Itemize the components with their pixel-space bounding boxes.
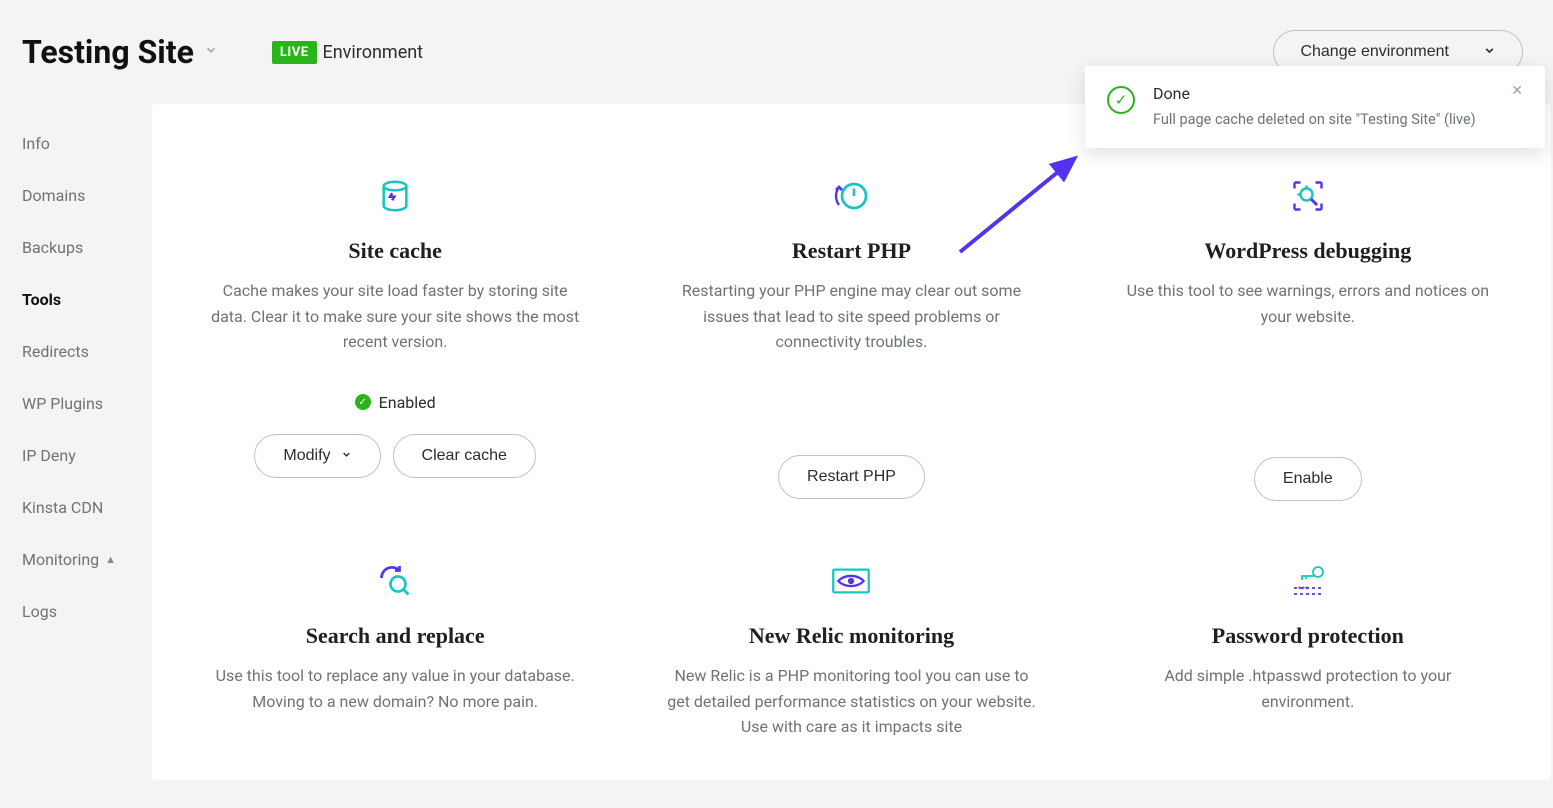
sidebar: Info Domains Backups Tools Redirects WP …: [0, 104, 152, 621]
card-title: New Relic monitoring: [648, 623, 1054, 649]
sidebar-item-label: Tools: [22, 290, 61, 309]
card-title: WordPress debugging: [1105, 238, 1511, 264]
sidebar-item-wp-plugins[interactable]: WP Plugins: [22, 394, 152, 413]
close-icon[interactable]: ✕: [1511, 84, 1523, 98]
tools-grid: Site cache Cache makes your site load fa…: [172, 166, 1531, 780]
eye-icon: [648, 561, 1054, 601]
sidebar-item-logs[interactable]: Logs: [22, 602, 152, 621]
toast-title: Done: [1153, 84, 1493, 103]
live-badge: LIVE: [272, 41, 317, 64]
sidebar-item-kinsta-cdn[interactable]: Kinsta CDN: [22, 498, 152, 517]
success-check-icon: ✓: [1107, 86, 1135, 114]
card-description: Add simple .htpasswd protection to your …: [1118, 663, 1498, 714]
card-actions: Restart PHP: [648, 455, 1054, 499]
sidebar-item-label: Backups: [22, 238, 83, 257]
sidebar-item-tools[interactable]: Tools: [22, 290, 152, 309]
key-icon: ***: [1105, 561, 1511, 601]
toast-message: Full page cache deleted on site "Testing…: [1153, 111, 1493, 128]
sidebar-item-label: Info: [22, 134, 50, 153]
card-password-protection: *** Password protection Add simple .htpa…: [1085, 551, 1531, 780]
header-left: Testing Site LIVE Environment: [22, 33, 423, 71]
main-layout: Info Domains Backups Tools Redirects WP …: [0, 104, 1553, 780]
card-actions: Modify Clear cache: [192, 434, 598, 478]
svg-text:***: ***: [1298, 585, 1309, 594]
card-title: Password protection: [1105, 623, 1511, 649]
triangle-icon: ▲: [105, 553, 116, 566]
card-description: Cache makes your site load faster by sto…: [205, 278, 585, 355]
sidebar-item-label: Domains: [22, 186, 85, 205]
card-description: Restarting your PHP engine may clear out…: [661, 278, 1041, 355]
enable-button[interactable]: Enable: [1254, 457, 1362, 501]
sidebar-item-label: Logs: [22, 602, 57, 621]
modify-button[interactable]: Modify: [254, 434, 380, 478]
change-environment-label: Change environment: [1300, 43, 1449, 61]
debug-icon: [1105, 176, 1511, 216]
sidebar-item-label: Kinsta CDN: [22, 498, 103, 517]
enabled-label: Enabled: [379, 393, 436, 412]
card-new-relic: New Relic monitoring New Relic is a PHP …: [628, 551, 1074, 780]
button-label: Enable: [1283, 470, 1333, 488]
sidebar-item-monitoring[interactable]: Monitoring ▲: [22, 550, 152, 569]
site-title: Testing Site: [22, 33, 194, 71]
chevron-down-icon: [204, 43, 218, 61]
card-search-replace: Search and replace Use this tool to repl…: [172, 551, 618, 780]
sidebar-item-info[interactable]: Info: [22, 134, 152, 153]
button-label: Modify: [283, 447, 330, 465]
card-actions: Enable: [1105, 457, 1511, 501]
card-description: New Relic is a PHP monitoring tool you c…: [661, 663, 1041, 740]
sidebar-item-label: Monitoring: [22, 550, 99, 569]
environment-indicator: LIVE Environment: [272, 41, 423, 64]
chevron-down-icon: [1483, 44, 1496, 60]
card-description: Use this tool to replace any value in yo…: [205, 663, 585, 714]
site-switcher[interactable]: Testing Site: [22, 33, 218, 71]
toast-notification: ✓ Done Full page cache deleted on site "…: [1085, 66, 1545, 148]
sidebar-item-label: IP Deny: [22, 446, 76, 465]
clear-cache-button[interactable]: Clear cache: [393, 434, 536, 478]
button-label: Clear cache: [422, 447, 507, 465]
toast-body: Done Full page cache deleted on site "Te…: [1153, 84, 1493, 128]
card-site-cache: Site cache Cache makes your site load fa…: [172, 166, 618, 541]
content-panel: Site cache Cache makes your site load fa…: [152, 104, 1551, 780]
sidebar-item-label: Redirects: [22, 342, 89, 361]
restart-icon: [648, 176, 1054, 216]
button-label: Restart PHP: [807, 468, 896, 486]
sidebar-item-ip-deny[interactable]: IP Deny: [22, 446, 152, 465]
chevron-down-icon: [341, 449, 352, 463]
card-wp-debugging: WordPress debugging Use this tool to see…: [1085, 166, 1531, 541]
sidebar-item-redirects[interactable]: Redirects: [22, 342, 152, 361]
check-icon: ✓: [355, 394, 371, 410]
card-restart-php: Restart PHP Restarting your PHP engine m…: [628, 166, 1074, 541]
card-title: Site cache: [192, 238, 598, 264]
sidebar-item-domains[interactable]: Domains: [22, 186, 152, 205]
sidebar-item-backups[interactable]: Backups: [22, 238, 152, 257]
status-enabled: ✓ Enabled: [192, 393, 598, 412]
card-description: Use this tool to see warnings, errors an…: [1118, 278, 1498, 329]
sidebar-item-label: WP Plugins: [22, 394, 103, 413]
card-title: Search and replace: [192, 623, 598, 649]
restart-php-button[interactable]: Restart PHP: [778, 455, 925, 499]
search-replace-icon: [192, 561, 598, 601]
environment-label: Environment: [323, 42, 424, 63]
card-title: Restart PHP: [648, 238, 1054, 264]
cache-icon: [192, 176, 598, 216]
